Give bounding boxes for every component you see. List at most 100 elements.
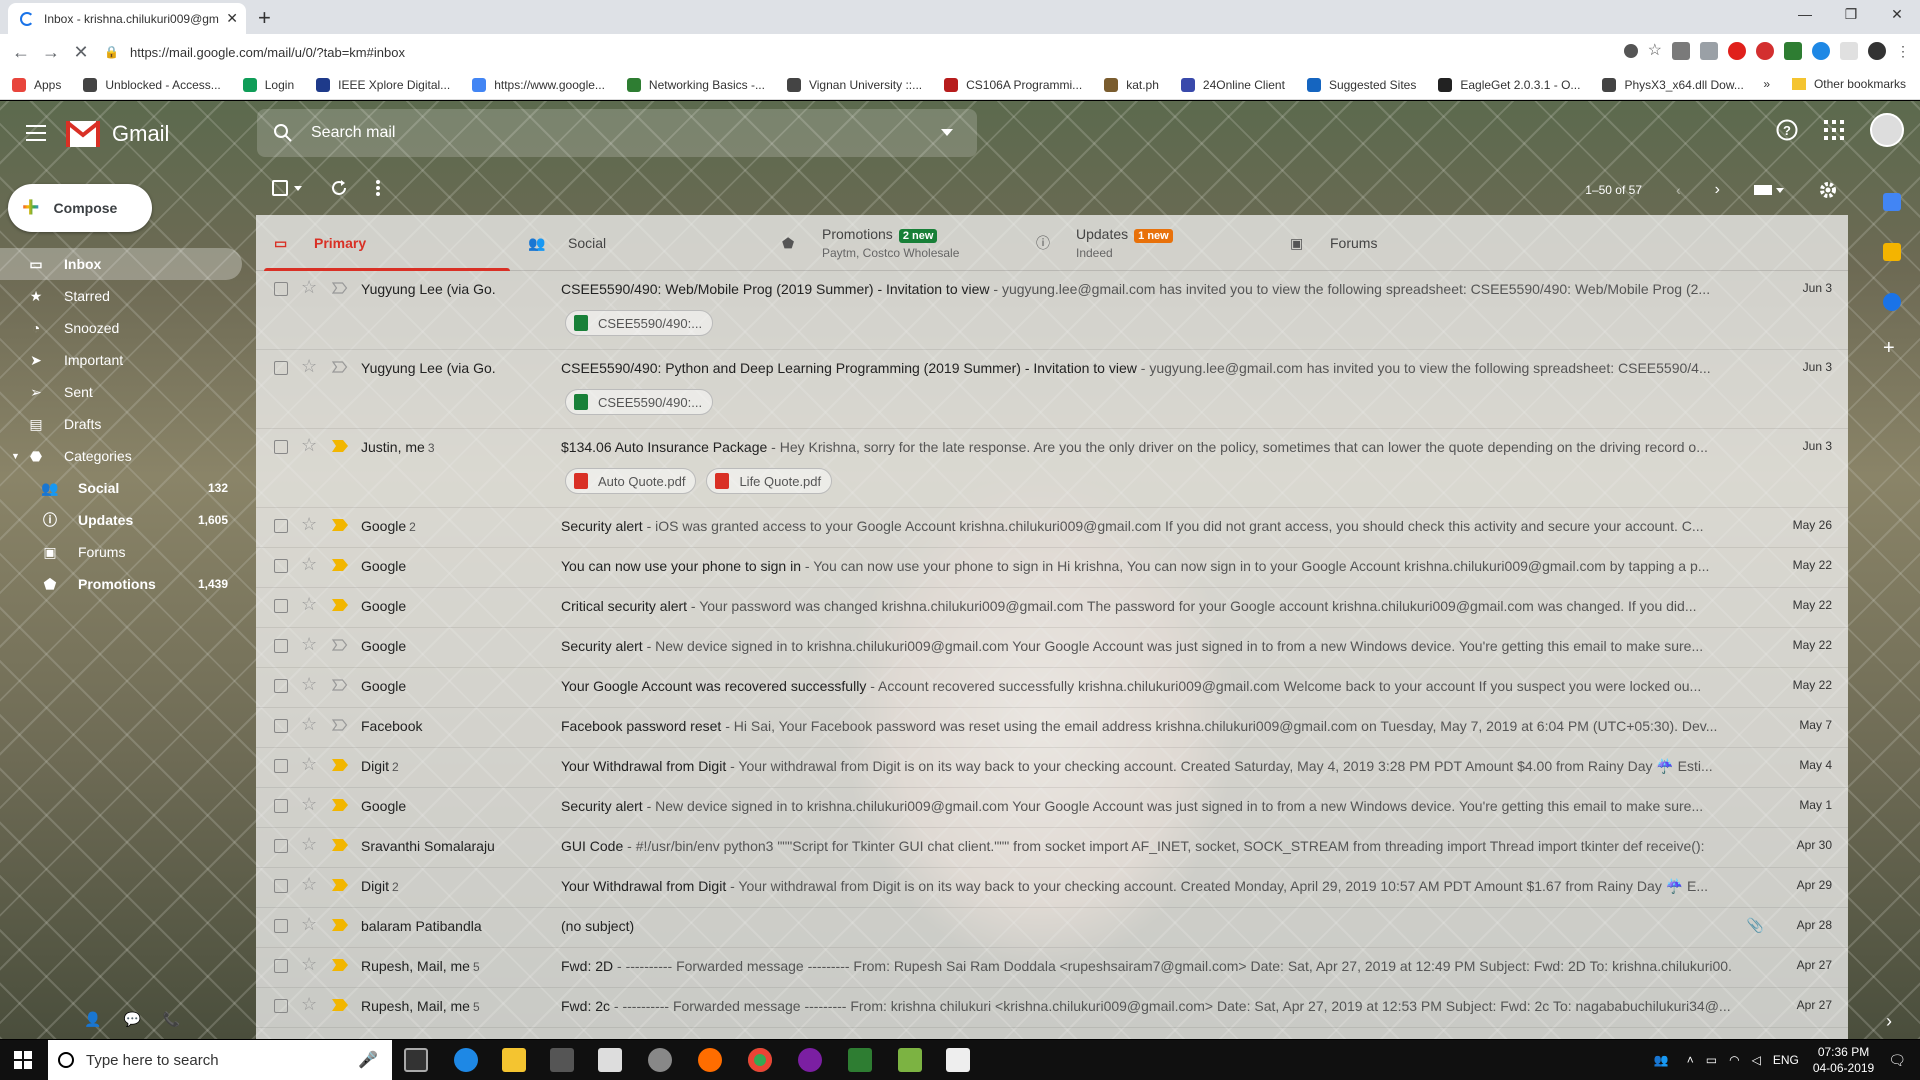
app-icon[interactable] [898, 1048, 922, 1072]
main-menu-icon[interactable] [26, 125, 46, 141]
mail-icon[interactable] [598, 1048, 622, 1072]
sidebar-category-updates[interactable]: ⓘ Updates 1,605 [0, 504, 242, 536]
important-marker-icon[interactable] [332, 599, 348, 611]
bookmark-item[interactable]: Networking Basics -... [626, 77, 765, 92]
volume-icon[interactable]: ◁ [1752, 1053, 1761, 1067]
star-icon[interactable]: ☆ [301, 834, 317, 855]
bookmark-item[interactable]: PhysX3_x64.dll Dow... [1602, 77, 1744, 92]
star-icon[interactable]: ☆ [301, 554, 317, 575]
bookmark-item[interactable]: CS106A Programmi... [944, 77, 1082, 92]
calendar-icon[interactable] [1883, 193, 1901, 211]
email-row[interactable]: ☆ Rupesh, Mail, me 5 Fwd: 2c - ---------- F… [256, 988, 1848, 1028]
star-icon[interactable]: ☆ [301, 356, 317, 377]
important-marker-icon[interactable] [332, 999, 348, 1011]
row-checkbox[interactable] [274, 440, 288, 454]
important-marker-icon[interactable] [332, 361, 348, 373]
email-row[interactable]: ☆ Sravanthi Somalaraju GUI Code - #!/usr/b… [256, 828, 1848, 868]
important-marker-icon[interactable] [332, 559, 348, 571]
select-all-checkbox[interactable] [272, 180, 302, 196]
app-icon[interactable] [648, 1048, 672, 1072]
attachment-chip[interactable]: Auto Quote.pdf [565, 468, 697, 494]
next-page-icon[interactable]: › [1715, 181, 1720, 199]
tab-updates[interactable]: ⓘ Updates 1 new Indeed [1018, 215, 1272, 271]
apps-grid-icon[interactable] [1824, 120, 1844, 140]
important-marker-icon[interactable] [332, 440, 348, 452]
back-button[interactable]: ← [6, 42, 36, 63]
email-row[interactable]: ☆ Yugyung Lee (via Go. CSEE5590/490: Web/M… [256, 271, 1848, 350]
close-tab-icon[interactable]: ✕ [226, 10, 238, 27]
skype-icon[interactable] [1812, 42, 1830, 60]
photos-icon[interactable] [946, 1048, 970, 1072]
row-checkbox[interactable] [274, 559, 288, 573]
extension-icon[interactable] [1784, 42, 1802, 60]
important-marker-icon[interactable] [332, 519, 348, 531]
tray-chevron-icon[interactable]: ˄ [1687, 1053, 1694, 1067]
row-checkbox[interactable] [274, 839, 288, 853]
email-row[interactable]: ☆ Yugyung Lee (via Go. CSEE5590/490: Pytho… [256, 350, 1848, 429]
app-icon[interactable] [798, 1048, 822, 1072]
input-tools-icon[interactable] [1754, 185, 1784, 195]
bookmark-item[interactable]: kat.ph [1104, 77, 1159, 92]
row-checkbox[interactable] [274, 799, 288, 813]
row-checkbox[interactable] [274, 679, 288, 693]
gmail-logo[interactable]: Gmail [66, 121, 169, 147]
email-row[interactable]: ☆ Google Security alert - New device signe… [256, 628, 1848, 668]
sidebar-item-snoozed[interactable]: ◔ Snoozed [0, 312, 242, 344]
tasks-icon[interactable] [1883, 293, 1901, 311]
star-icon[interactable]: ☆ [301, 914, 317, 935]
sidebar-item-important[interactable]: ➤ Important [0, 344, 242, 376]
important-marker-icon[interactable] [332, 639, 348, 651]
search-input[interactable]: Search mail [311, 124, 941, 142]
phone-icon[interactable]: 📞 [163, 1011, 180, 1028]
row-checkbox[interactable] [274, 361, 288, 375]
prev-page-icon[interactable]: ‹ [1676, 182, 1681, 198]
firefox-icon[interactable] [698, 1048, 722, 1072]
collapse-arrow-icon[interactable]: ▼ [11, 451, 20, 461]
star-icon[interactable]: ☆ [301, 514, 317, 535]
row-checkbox[interactable] [274, 519, 288, 533]
star-icon[interactable]: ☆ [301, 674, 317, 695]
browser-tab[interactable]: Inbox - krishna.chilukuri009@gm ✕ [8, 3, 246, 34]
keep-icon[interactable] [1883, 243, 1901, 261]
email-row[interactable]: ☆ Google Critical security alert - Your pa… [256, 588, 1848, 628]
row-checkbox[interactable] [274, 759, 288, 773]
star-icon[interactable]: ☆ [301, 994, 317, 1015]
star-icon[interactable]: ☆ [301, 435, 317, 456]
windows-start-icon[interactable] [14, 1051, 32, 1069]
email-row[interactable]: ☆ Google You can now use your phone to sig… [256, 548, 1848, 588]
email-row[interactable]: ☆ Digit 2 Your Withdrawal from Digit - Your… [256, 868, 1848, 908]
tab-forums[interactable]: ▣ Forums [1272, 215, 1526, 271]
language-indicator[interactable]: ENG [1773, 1053, 1799, 1067]
hangouts-icon[interactable]: 💬 [123, 1011, 140, 1028]
star-icon[interactable]: ☆ [301, 714, 317, 735]
attachment-chip[interactable]: CSEE5590/490:... [565, 389, 714, 415]
restore-button[interactable]: ❐ [1828, 6, 1874, 23]
star-icon[interactable]: ☆ [301, 594, 317, 615]
row-checkbox[interactable] [274, 999, 288, 1013]
more-menu-icon[interactable]: ⋮ [1896, 42, 1910, 60]
app-icon[interactable] [848, 1048, 872, 1072]
opera-icon[interactable] [1728, 42, 1746, 60]
important-marker-icon[interactable] [332, 799, 348, 811]
important-marker-icon[interactable] [332, 282, 348, 294]
more-icon[interactable] [376, 179, 380, 197]
email-row[interactable]: ☆ Digit 2 Your Withdrawal from Digit - Your… [256, 748, 1848, 788]
star-icon[interactable]: ☆ [301, 794, 317, 815]
row-checkbox[interactable] [274, 599, 288, 613]
sidebar-category-social[interactable]: 👥 Social 132 [0, 472, 242, 504]
important-marker-icon[interactable] [332, 919, 348, 931]
close-window-button[interactable]: ✕ [1874, 6, 1920, 23]
help-icon[interactable]: ? [1776, 119, 1798, 141]
tab-promotions[interactable]: ⬟ Promotions 2 new Paytm, Costco Wholesale [764, 215, 1018, 271]
new-tab-button[interactable]: + [258, 5, 271, 31]
important-marker-icon[interactable] [332, 759, 348, 771]
tab-social[interactable]: 👥 Social [510, 215, 764, 271]
email-row[interactable]: ☆ balaram Patibandla (no subject) 📎 Apr 28 [256, 908, 1848, 948]
bookmark-item[interactable]: https://www.google... [472, 77, 605, 92]
taskbar-search[interactable]: Type here to search 🎤 [48, 1040, 392, 1080]
bookmark-item[interactable]: 24Online Client [1180, 77, 1285, 92]
star-icon[interactable]: ☆ [301, 874, 317, 895]
sidebar-item-sent[interactable]: ➢ Sent [0, 376, 242, 408]
attachment-chip[interactable]: CSEE5590/490:... [565, 310, 714, 336]
battery-icon[interactable]: ▭ [1706, 1053, 1717, 1067]
